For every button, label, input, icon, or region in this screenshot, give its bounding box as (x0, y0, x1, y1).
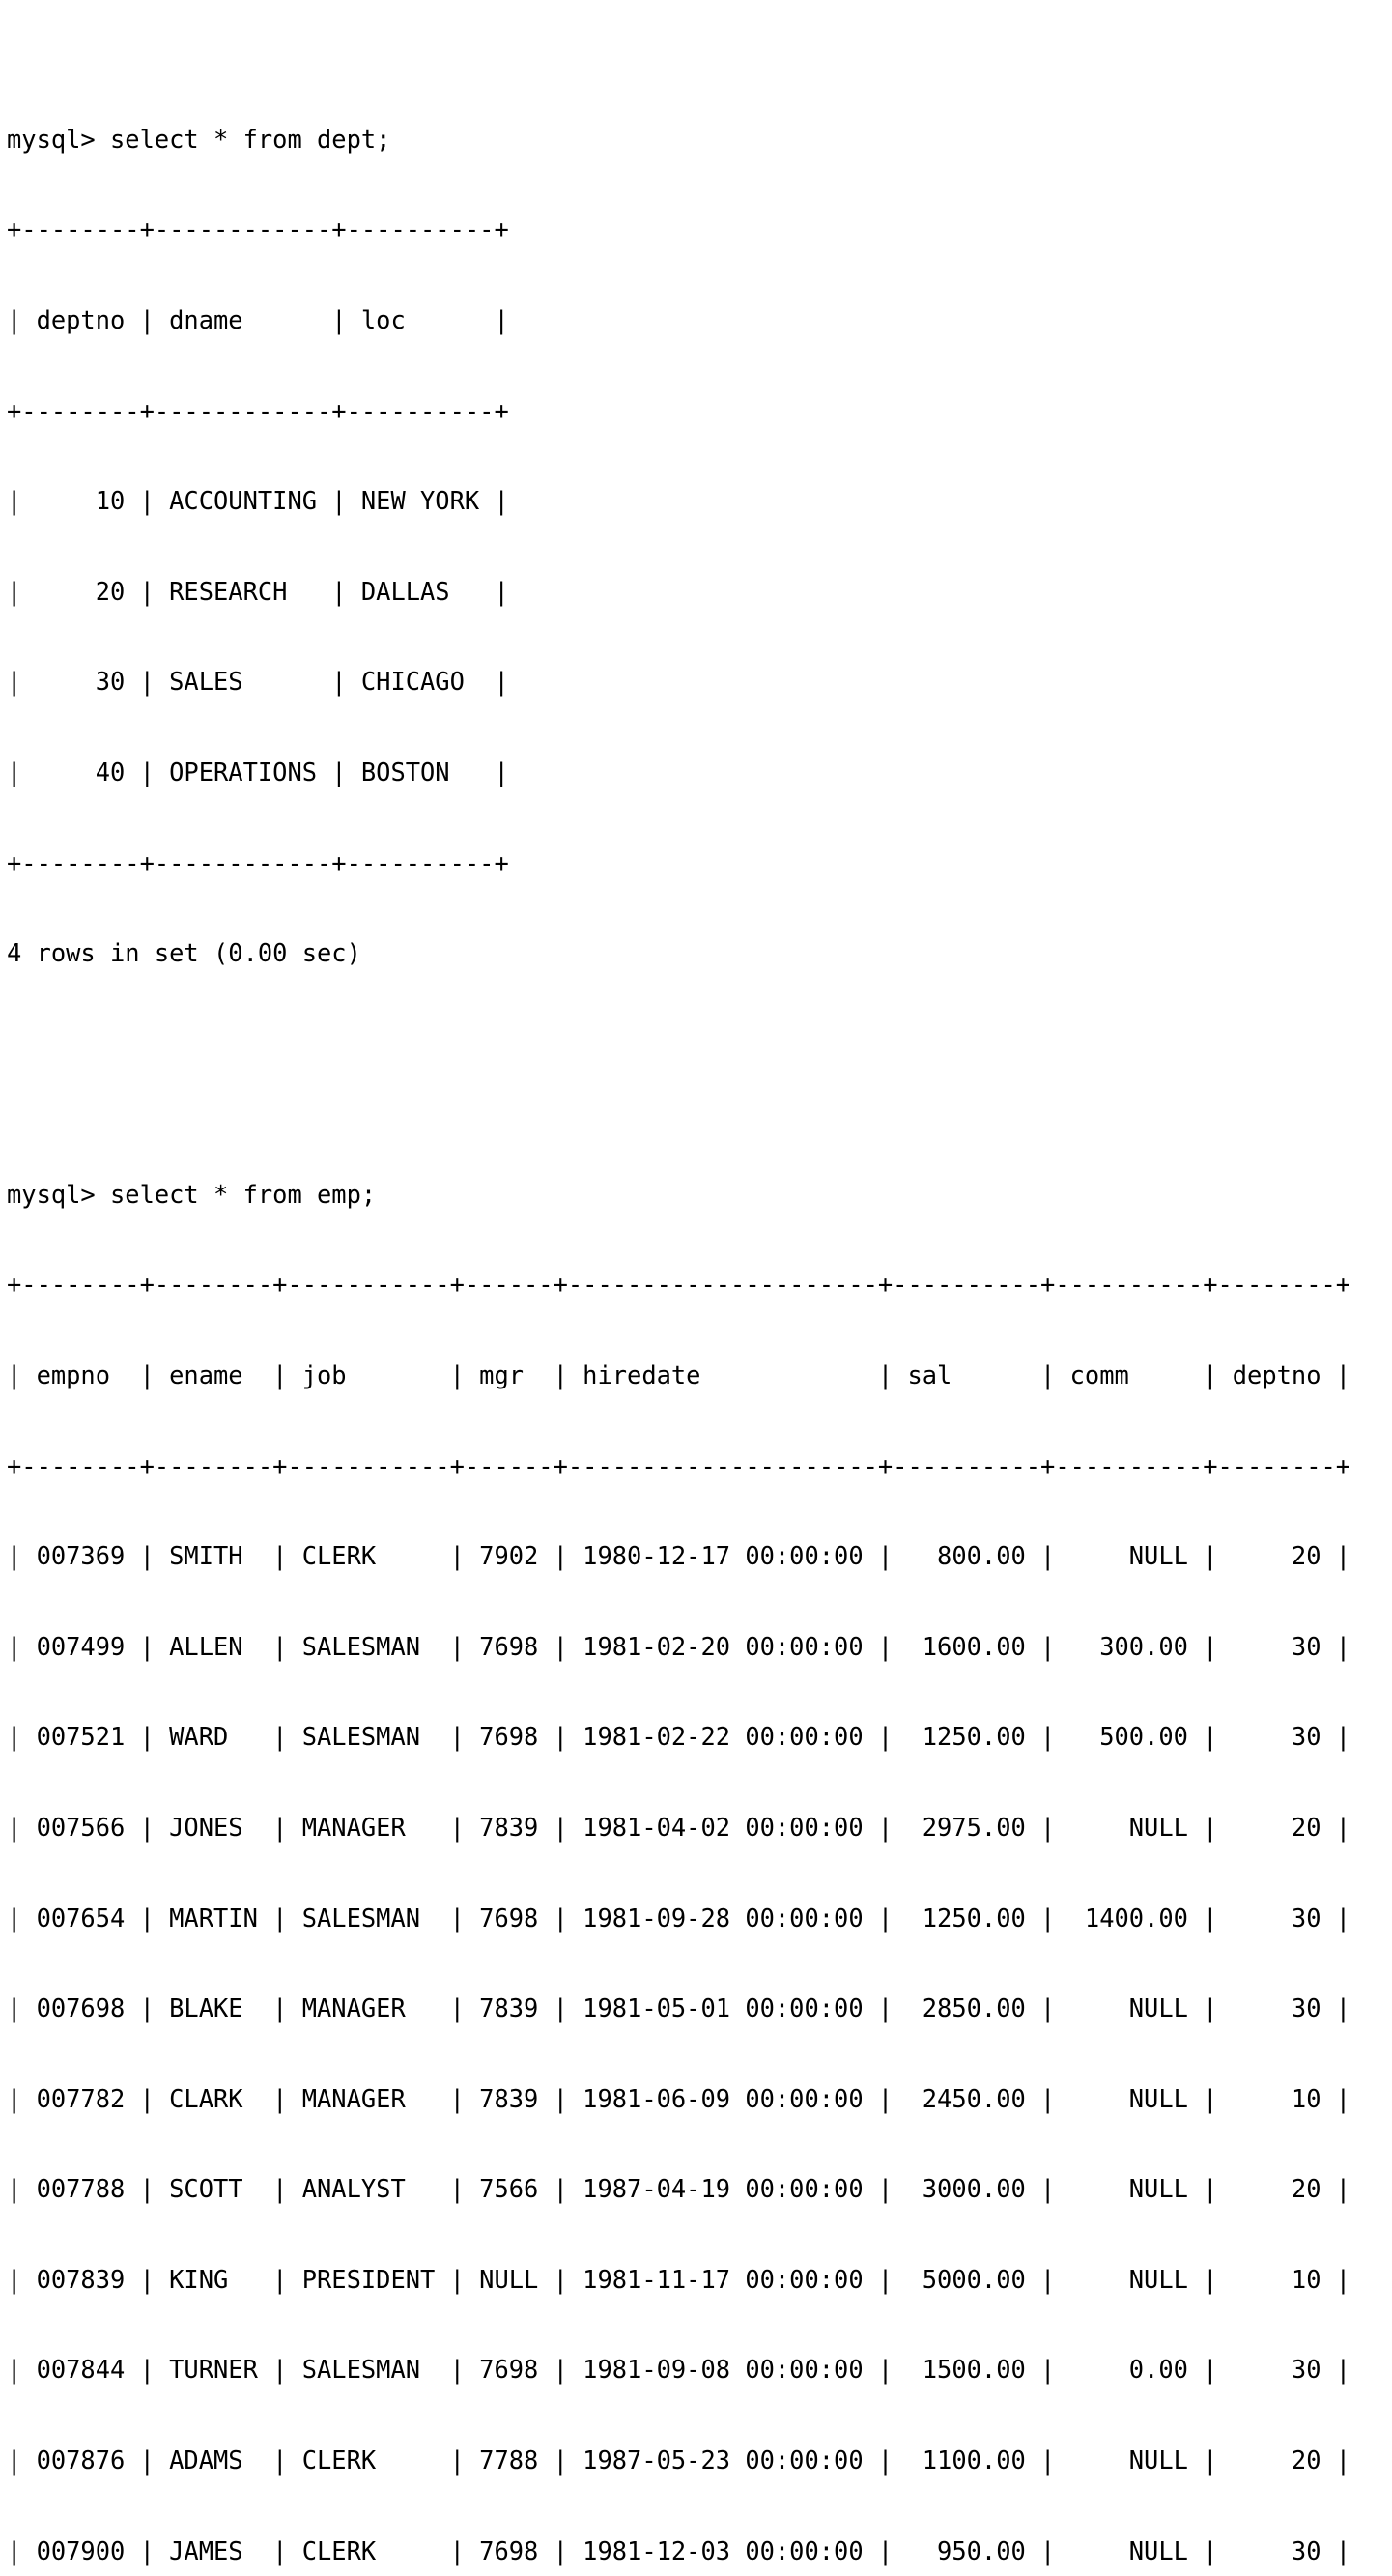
table-row: | 007521 | WARD | SALESMAN | 7698 | 1981… (7, 1722, 1351, 1752)
table-row: | 007788 | SCOTT | ANALYST | 7566 | 1987… (7, 2174, 1351, 2204)
prompt-line-emp: mysql> select * from emp; (7, 1179, 377, 1209)
prompt-line-dept: mysql> select * from dept; (7, 124, 391, 154)
table-row: | 007782 | CLARK | MANAGER | 7839 | 1981… (7, 2083, 1351, 2113)
result-status-dept: 4 rows in set (0.00 sec) (7, 938, 361, 968)
table-header-emp: | empno | ename | job | mgr | hiredate |… (7, 1360, 1351, 1389)
table-row: | 10 | ACCOUNTING | NEW YORK | (7, 486, 509, 516)
table-row: | 007844 | TURNER | SALESMAN | 7698 | 19… (7, 2355, 1351, 2385)
table-row: | 007499 | ALLEN | SALESMAN | 7698 | 198… (7, 1631, 1351, 1661)
table-row: | 007839 | KING | PRESIDENT | NULL | 198… (7, 2264, 1351, 2294)
table-row: | 007654 | MARTIN | SALESMAN | 7698 | 19… (7, 1903, 1351, 1932)
table-row: | 007876 | ADAMS | CLERK | 7788 | 1987-0… (7, 2446, 1351, 2476)
table-header-border-dept: +--------+------------+----------+ (7, 395, 509, 425)
table-top-border-emp: +--------+--------+-----------+------+--… (7, 1270, 1351, 1300)
table-row: | 007900 | JAMES | CLERK | 7698 | 1981-1… (7, 2535, 1351, 2565)
table-row: | 30 | SALES | CHICAGO | (7, 667, 509, 697)
table-row: | 40 | OPERATIONS | BOSTON | (7, 757, 509, 787)
terminal-output[interactable]: mysql> select * from dept; +--------+---… (0, 0, 1392, 2576)
table-bottom-border-dept: +--------+------------+----------+ (7, 847, 509, 877)
table-row: | 20 | RESEARCH | DALLAS | (7, 576, 509, 606)
table-top-border-dept: +--------+------------+----------+ (7, 215, 509, 244)
table-row: | 007566 | JONES | MANAGER | 7839 | 1981… (7, 1812, 1351, 1842)
table-row: | 007369 | SMITH | CLERK | 7902 | 1980-1… (7, 1541, 1351, 1571)
table-header-border-emp: +--------+--------+-----------+------+--… (7, 1450, 1351, 1480)
table-header-dept: | deptno | dname | loc | (7, 305, 509, 334)
table-row: | 007698 | BLAKE | MANAGER | 7839 | 1981… (7, 1993, 1351, 2023)
